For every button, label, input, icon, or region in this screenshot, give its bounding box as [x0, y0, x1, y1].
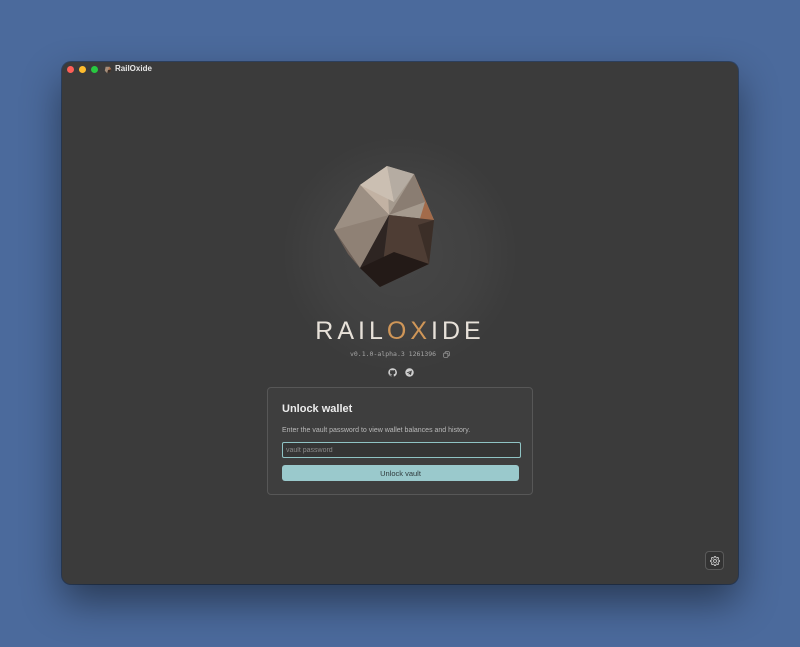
github-icon[interactable] — [388, 364, 397, 377]
unlock-wallet-description: Enter the vault password to view wallet … — [282, 427, 471, 434]
title-bar: RailOxide — [62, 62, 738, 78]
brand-wordmark-accent: OX — [386, 317, 432, 345]
maximize-window-button[interactable] — [91, 66, 98, 73]
window-title: RailOxide — [115, 64, 152, 73]
unlock-wallet-card: Unlock wallet Enter the vault password t… — [267, 387, 533, 495]
app-window: RailOxide RAILOXIDE v0.1.0-alpha.3 12613… — [62, 62, 738, 584]
version-row: v0.1.0-alpha.3 1261396 — [262, 350, 538, 358]
app-logo-icon — [104, 66, 112, 74]
unlock-vault-button[interactable]: Unlock vault — [282, 465, 519, 481]
brand-wordmark-start: RAIL — [315, 317, 387, 345]
settings-button[interactable] — [705, 551, 724, 570]
brand-wordmark-end: IDE — [431, 317, 485, 345]
copy-icon[interactable] — [443, 350, 450, 358]
unlock-wallet-title: Unlock wallet — [282, 403, 353, 415]
minimize-window-button[interactable] — [79, 66, 86, 73]
gear-icon — [709, 555, 720, 566]
close-window-button[interactable] — [67, 66, 74, 73]
vault-password-input[interactable] — [282, 442, 521, 458]
railoxide-logo — [334, 166, 434, 287]
telegram-icon[interactable] — [405, 364, 415, 377]
social-links — [388, 364, 418, 377]
version-text: v0.1.0-alpha.3 1261396 — [349, 350, 437, 358]
brand-wordmark: RAILOXIDE — [262, 317, 538, 346]
